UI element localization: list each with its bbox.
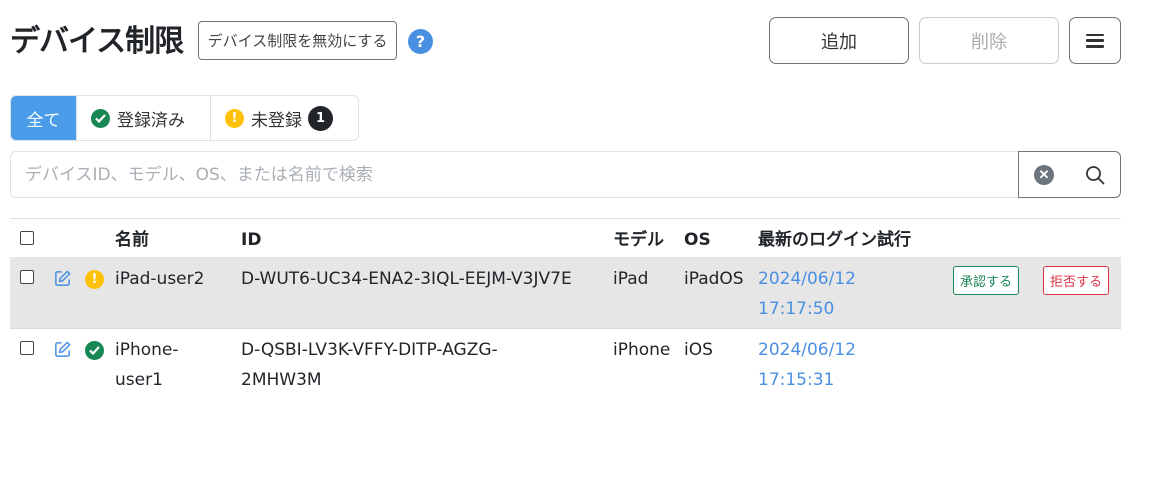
warning-circle-icon: !	[85, 270, 104, 289]
device-name: iPhone-	[115, 340, 179, 360]
last-login-date: 2024/06/12	[758, 269, 856, 289]
filter-registered-label: 登録済み	[117, 110, 185, 131]
reject-button[interactable]: 拒否する	[1043, 266, 1109, 295]
disable-device-restriction-button[interactable]: デバイス制限を無効にする	[198, 21, 397, 60]
approve-button[interactable]: 承認する	[953, 266, 1019, 295]
device-os: iOS	[684, 340, 713, 360]
search-button[interactable]	[1069, 151, 1121, 198]
column-header-model: モデル	[613, 230, 664, 250]
clear-icon: ✕	[1034, 164, 1054, 185]
device-name: iPad-user2	[115, 269, 205, 289]
search-input[interactable]	[10, 151, 1019, 198]
check-circle-icon	[85, 341, 104, 360]
edit-icon[interactable]	[53, 340, 72, 359]
help-icon[interactable]: ?	[408, 29, 433, 54]
filter-unregistered[interactable]: ! 未登録 1	[211, 96, 358, 140]
column-header-id: ID	[241, 230, 262, 250]
column-header-os: OS	[684, 230, 711, 250]
row-divider	[10, 328, 1121, 329]
column-header-name: 名前	[115, 230, 149, 250]
row-checkbox[interactable]	[20, 270, 34, 284]
last-login-date: 2024/06/12	[758, 340, 856, 360]
device-id-continued: 2MHW3M	[241, 370, 322, 390]
add-button[interactable]: 追加	[769, 17, 909, 64]
edit-icon[interactable]	[53, 269, 72, 288]
filter-unregistered-label: 未登録	[251, 110, 302, 131]
device-os: iPadOS	[684, 269, 744, 289]
unregistered-count-badge: 1	[308, 105, 333, 131]
check-circle-icon	[91, 108, 110, 128]
clear-search-button[interactable]: ✕	[1018, 151, 1070, 198]
page-title: デバイス制限	[10, 24, 184, 59]
device-name-continued: user1	[115, 370, 163, 390]
row-checkbox[interactable]	[20, 341, 34, 355]
device-id: D-WUT6-UC34-ENA2-3IQL-EEJM-V3JV7E	[241, 269, 572, 289]
last-login-time: 17:15:31	[758, 370, 835, 390]
menu-button[interactable]	[1069, 17, 1121, 64]
device-id: D-QSBI-LV3K-VFFY-DITP-AGZG-	[241, 340, 498, 360]
device-model: iPhone	[613, 340, 671, 360]
divider	[10, 218, 1121, 219]
last-login-time: 17:17:50	[758, 299, 835, 319]
column-header-last-login: 最新のログイン試行	[758, 230, 911, 250]
device-model: iPad	[613, 269, 649, 289]
menu-icon	[1086, 33, 1104, 48]
status-filter-group: 全て 登録済み ! 未登録 1	[10, 95, 359, 141]
search-icon	[1085, 165, 1104, 184]
filter-registered[interactable]: 登録済み	[77, 96, 211, 140]
delete-button[interactable]: 削除	[919, 17, 1059, 64]
select-all-checkbox[interactable]	[20, 231, 34, 245]
warning-circle-icon: !	[225, 108, 244, 128]
filter-all[interactable]: 全て	[11, 96, 77, 140]
